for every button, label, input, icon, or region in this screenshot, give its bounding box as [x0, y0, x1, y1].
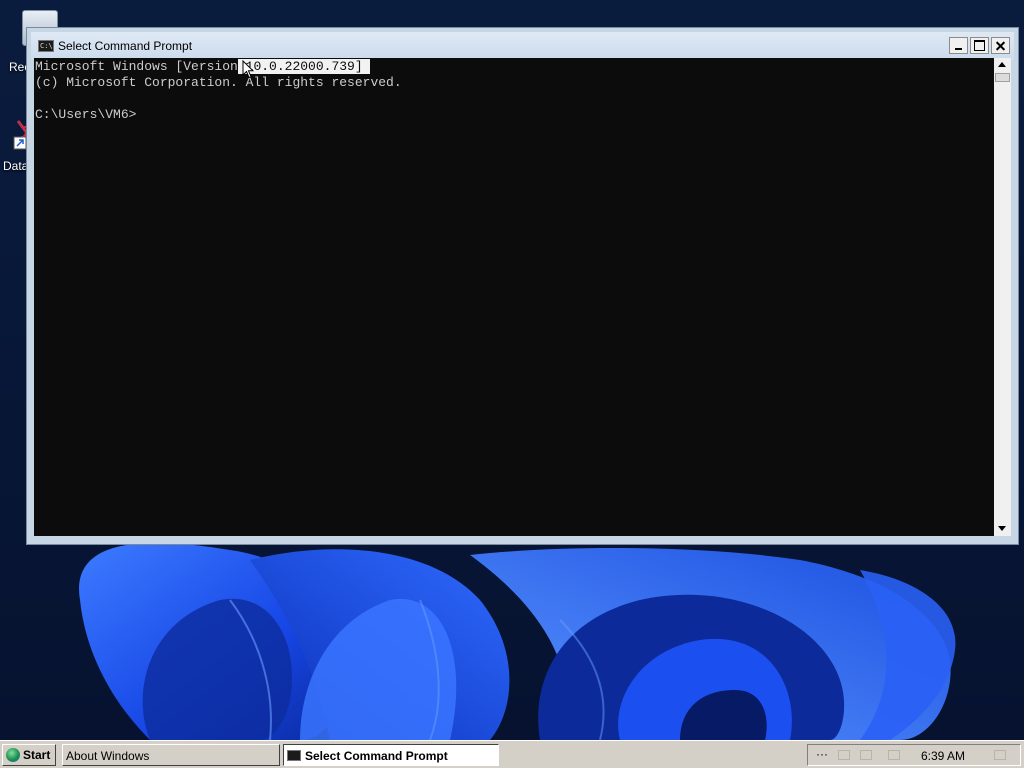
close-button[interactable] [991, 37, 1010, 54]
scrollbar-thumb[interactable] [995, 73, 1010, 82]
maximize-button[interactable] [970, 37, 989, 54]
taskbar-item-about-windows[interactable]: About Windows [62, 744, 280, 766]
vertical-scrollbar[interactable] [994, 58, 1011, 536]
start-label: Start [23, 748, 51, 762]
tray-app-icon[interactable] [888, 750, 900, 760]
scroll-up-arrow-icon[interactable] [994, 58, 1011, 72]
desktop: Rec Data C:\ Select Command Prompt Micro… [0, 0, 1024, 768]
window-titlebar[interactable]: C:\ Select Command Prompt [31, 32, 1014, 60]
console-line-copyright: (c) Microsoft Corporation. All rights re… [35, 75, 402, 90]
taskbar-clock[interactable]: 6:39 AM [921, 749, 965, 763]
show-desktop-icon[interactable] [994, 750, 1006, 760]
console-prompt[interactable]: C:\Users\VM6> [35, 107, 136, 123]
start-orb-icon [6, 748, 20, 762]
desktop-icon-label: Data [3, 159, 29, 173]
console-area[interactable]: Microsoft Windows [Version 10.0.22000.73… [34, 58, 994, 536]
taskbar-item-label: Select Command Prompt [305, 749, 448, 763]
selected-text[interactable]: 10.0.22000.739] [237, 59, 371, 74]
network-icon[interactable] [838, 750, 850, 760]
window-title: Select Command Prompt [58, 39, 193, 53]
scroll-down-arrow-icon[interactable] [994, 522, 1011, 536]
tray-overflow-button[interactable]: ··· [816, 747, 828, 761]
mouse-pointer-icon [242, 60, 254, 79]
command-prompt-window[interactable]: C:\ Select Command Prompt Microsoft Wind… [26, 27, 1019, 545]
volume-icon[interactable] [860, 750, 872, 760]
taskbar-item-label: About Windows [66, 749, 150, 763]
system-tray: ··· 6:39 AM [807, 744, 1021, 766]
cmd-app-icon [287, 750, 301, 761]
minimize-button[interactable] [949, 37, 968, 54]
start-button[interactable]: Start [2, 744, 56, 766]
taskbar: Start About Windows Select Command Promp… [0, 740, 1024, 768]
taskbar-item-command-prompt[interactable]: Select Command Prompt [283, 744, 499, 766]
console-text: Microsoft Windows [Version [35, 59, 238, 74]
cmd-app-icon[interactable]: C:\ [38, 40, 54, 52]
console-line-version: Microsoft Windows [Version 10.0.22000.73… [35, 59, 371, 75]
